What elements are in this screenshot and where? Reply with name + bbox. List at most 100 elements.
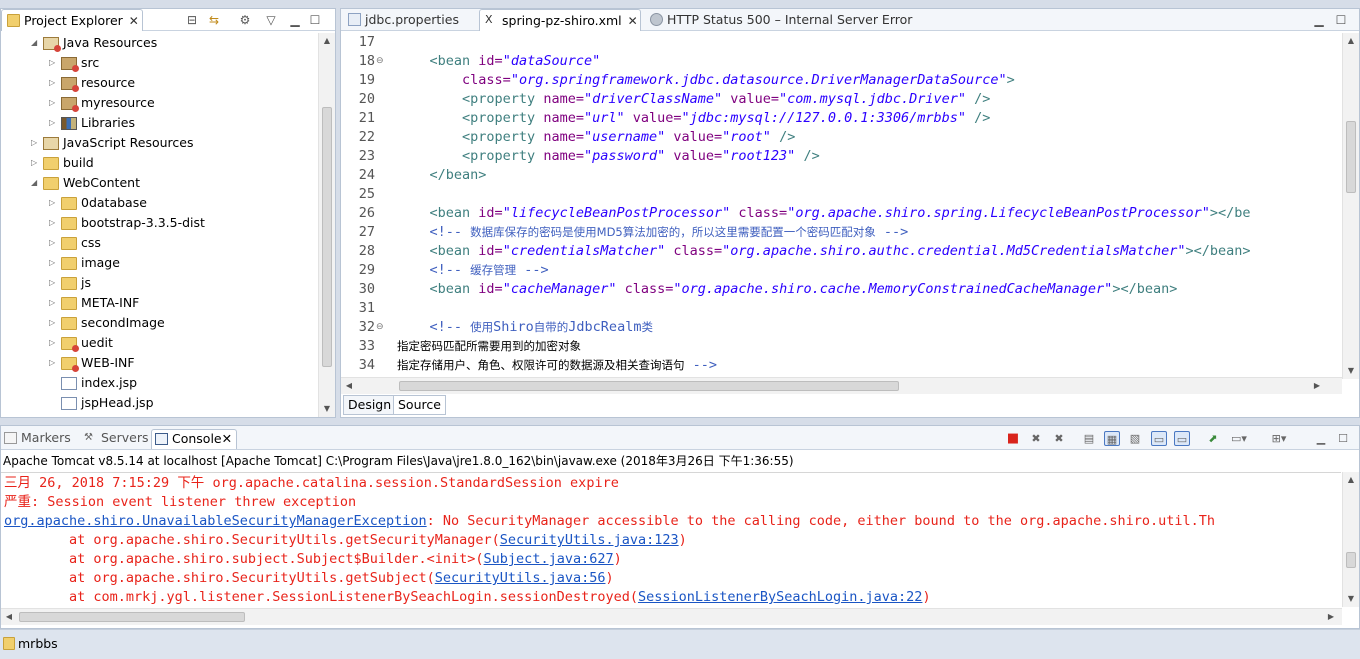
collapsed-arrow-icon[interactable]: ▷ bbox=[49, 233, 59, 253]
tab-source[interactable]: Source bbox=[393, 395, 446, 415]
word-wrap-icon[interactable]: ▧ bbox=[1127, 431, 1143, 446]
collapsed-arrow-icon[interactable]: ▷ bbox=[49, 353, 59, 373]
tab-markers[interactable]: Markers bbox=[1, 429, 71, 449]
filters-icon[interactable]: ⚙ bbox=[237, 13, 253, 27]
xml-source-editor[interactable]: 17 18 ⊖ <bean id="dataSource" 19 class="org… bbox=[341, 33, 1326, 381]
fold-toggle-icon[interactable]: ⊖ bbox=[376, 318, 384, 337]
remove-all-terminated-icon[interactable]: ✖ bbox=[1051, 431, 1067, 446]
collapsed-arrow-icon[interactable]: ▷ bbox=[31, 133, 41, 153]
console-line: at com.mrkj.ygl.listener.SessionListener… bbox=[4, 589, 931, 605]
tab-design[interactable]: Design bbox=[343, 395, 397, 415]
close-icon[interactable]: ✕ bbox=[129, 14, 139, 28]
console-icon bbox=[155, 433, 168, 445]
display-selected-console-icon[interactable]: ▭▾ bbox=[1231, 431, 1247, 446]
expanded-arrow-icon[interactable]: ◢ bbox=[31, 33, 41, 53]
collapsed-arrow-icon[interactable]: ▷ bbox=[49, 113, 59, 133]
collapsed-arrow-icon[interactable]: ▷ bbox=[49, 93, 59, 113]
scrollbar-thumb[interactable] bbox=[322, 107, 332, 367]
close-icon[interactable]: ✕ bbox=[628, 14, 638, 28]
remove-launch-icon[interactable]: ✖ bbox=[1028, 431, 1044, 446]
clear-console-icon[interactable]: ▤ bbox=[1081, 431, 1097, 446]
scroll-lock-icon[interactable]: ▦ bbox=[1104, 431, 1120, 446]
close-icon[interactable]: ✕ bbox=[222, 431, 232, 446]
tab-label: spring-pz-shiro.xml bbox=[502, 13, 622, 28]
maximize-icon[interactable]: ☐ bbox=[1335, 431, 1351, 446]
folder-icon bbox=[61, 277, 77, 290]
tree-item-label: uedit bbox=[81, 335, 113, 350]
scrollbar-thumb[interactable] bbox=[399, 381, 899, 391]
view-menu-icon[interactable]: ▽ bbox=[263, 13, 279, 27]
line-number: 20 bbox=[358, 91, 375, 107]
package-folder-icon bbox=[61, 57, 79, 72]
link-with-editor-icon[interactable]: ⇆ bbox=[206, 13, 222, 27]
editor-vertical-scrollbar[interactable]: ▲ ▼ bbox=[1342, 33, 1359, 379]
code-line: 指定存储用户、角色、权限许可的数据源及相关查询语句 --> bbox=[397, 357, 718, 373]
console-output[interactable]: 三月 26, 2018 7:15:29 下午 org.apache.catali… bbox=[1, 472, 1341, 609]
minimize-icon[interactable]: ▁ bbox=[287, 13, 303, 27]
scroll-left-icon[interactable]: ◀ bbox=[341, 378, 357, 394]
tab-servers[interactable]: ⚒ Servers bbox=[81, 429, 149, 449]
collapsed-arrow-icon[interactable]: ▷ bbox=[49, 213, 59, 233]
console-horizontal-scrollbar[interactable]: ◀ ▶ bbox=[1, 608, 1342, 625]
scrollbar-thumb[interactable] bbox=[1346, 121, 1356, 193]
tab-project-explorer[interactable]: Project Explorer ✕ bbox=[1, 9, 143, 31]
maximize-icon[interactable]: ☐ bbox=[307, 13, 323, 27]
collapsed-arrow-icon[interactable]: ▷ bbox=[49, 313, 59, 333]
scrollbar-thumb[interactable] bbox=[19, 612, 245, 622]
stacktrace-link[interactable]: Subject.java:627 bbox=[484, 551, 614, 567]
collapsed-arrow-icon[interactable]: ▷ bbox=[49, 253, 59, 273]
stacktrace-link[interactable]: SecurityUtils.java:123 bbox=[500, 532, 679, 548]
tree-item-label: js bbox=[81, 275, 91, 290]
show-on-stdout-icon[interactable]: ▭ bbox=[1151, 431, 1167, 446]
stacktrace-link[interactable]: SessionListenerBySeachLogin.java:22 bbox=[638, 589, 922, 605]
fold-toggle-icon[interactable]: ⊖ bbox=[376, 52, 384, 71]
collapse-all-icon[interactable]: ⊟ bbox=[184, 13, 200, 27]
line-number: 19 bbox=[358, 72, 375, 88]
editor-horizontal-scrollbar[interactable]: ◀ ▶ bbox=[341, 377, 1342, 394]
scroll-up-icon[interactable]: ▲ bbox=[319, 33, 335, 49]
libraries-icon bbox=[61, 117, 77, 130]
collapsed-arrow-icon[interactable]: ▷ bbox=[49, 273, 59, 293]
project-icon bbox=[3, 637, 15, 650]
browser-icon bbox=[650, 13, 663, 26]
maximize-icon[interactable]: ☐ bbox=[1333, 13, 1349, 27]
scroll-down-icon[interactable]: ▼ bbox=[1343, 591, 1359, 607]
collapsed-arrow-icon[interactable]: ▷ bbox=[49, 73, 59, 93]
collapsed-arrow-icon[interactable]: ▷ bbox=[31, 153, 41, 173]
scroll-down-icon[interactable]: ▼ bbox=[319, 401, 335, 417]
terminate-icon[interactable]: ■ bbox=[1005, 431, 1021, 446]
collapsed-arrow-icon[interactable]: ▷ bbox=[49, 333, 59, 353]
console-vertical-scrollbar[interactable]: ▲ ▼ bbox=[1342, 472, 1359, 607]
collapsed-arrow-icon[interactable]: ▷ bbox=[49, 193, 59, 213]
editor-area: jdbc.properties X spring-pz-shiro.xml ✕ H… bbox=[340, 8, 1360, 418]
tab-console[interactable]: Console✕ bbox=[151, 429, 238, 449]
scroll-up-icon[interactable]: ▲ bbox=[1343, 472, 1359, 488]
scrollbar-thumb[interactable] bbox=[1346, 552, 1356, 568]
code-line: <property name="url" value="jdbc:mysql:/… bbox=[462, 110, 991, 126]
console-line: at org.apache.shiro.SecurityUtils.getSec… bbox=[4, 532, 687, 548]
collapsed-arrow-icon[interactable]: ▷ bbox=[49, 293, 59, 313]
tab-http-status-500[interactable]: HTTP Status 500 – Internal Server Error bbox=[645, 9, 925, 31]
stacktrace-link[interactable]: SecurityUtils.java:56 bbox=[435, 570, 606, 586]
minimize-icon[interactable]: ▁ bbox=[1313, 431, 1329, 446]
project-explorer-view: Project Explorer ✕ ⊟ ⇆ ⚙ ▽ ▁ ☐ ◢ Java Reso… bbox=[0, 8, 336, 418]
scroll-left-icon[interactable]: ◀ bbox=[1, 609, 17, 625]
collapsed-arrow-icon[interactable]: ▷ bbox=[49, 53, 59, 73]
scroll-down-icon[interactable]: ▼ bbox=[1343, 363, 1359, 379]
tab-spring-pz-shiro-xml[interactable]: X spring-pz-shiro.xml ✕ bbox=[479, 9, 641, 31]
expanded-arrow-icon[interactable]: ◢ bbox=[31, 173, 41, 193]
tab-label: Console bbox=[172, 431, 222, 446]
scroll-right-icon[interactable]: ▶ bbox=[1323, 609, 1339, 625]
js-resources-icon bbox=[43, 137, 59, 150]
scroll-up-icon[interactable]: ▲ bbox=[1343, 33, 1359, 49]
minimize-icon[interactable]: ▁ bbox=[1311, 13, 1327, 27]
explorer-scrollbar[interactable]: ▲ ▼ bbox=[318, 33, 335, 417]
scroll-right-icon[interactable]: ▶ bbox=[1309, 378, 1325, 394]
open-console-icon[interactable]: ⊞▾ bbox=[1271, 431, 1287, 446]
tree-item-label: Libraries bbox=[81, 115, 135, 130]
show-on-stderr-icon[interactable]: ▭ bbox=[1174, 431, 1190, 446]
pin-console-icon[interactable]: ⬈ bbox=[1205, 431, 1221, 446]
tab-jdbc-properties[interactable]: jdbc.properties bbox=[343, 9, 475, 31]
line-number: 33 bbox=[358, 338, 375, 354]
stacktrace-link[interactable]: org.apache.shiro.UnavailableSecurityMana… bbox=[4, 513, 427, 529]
